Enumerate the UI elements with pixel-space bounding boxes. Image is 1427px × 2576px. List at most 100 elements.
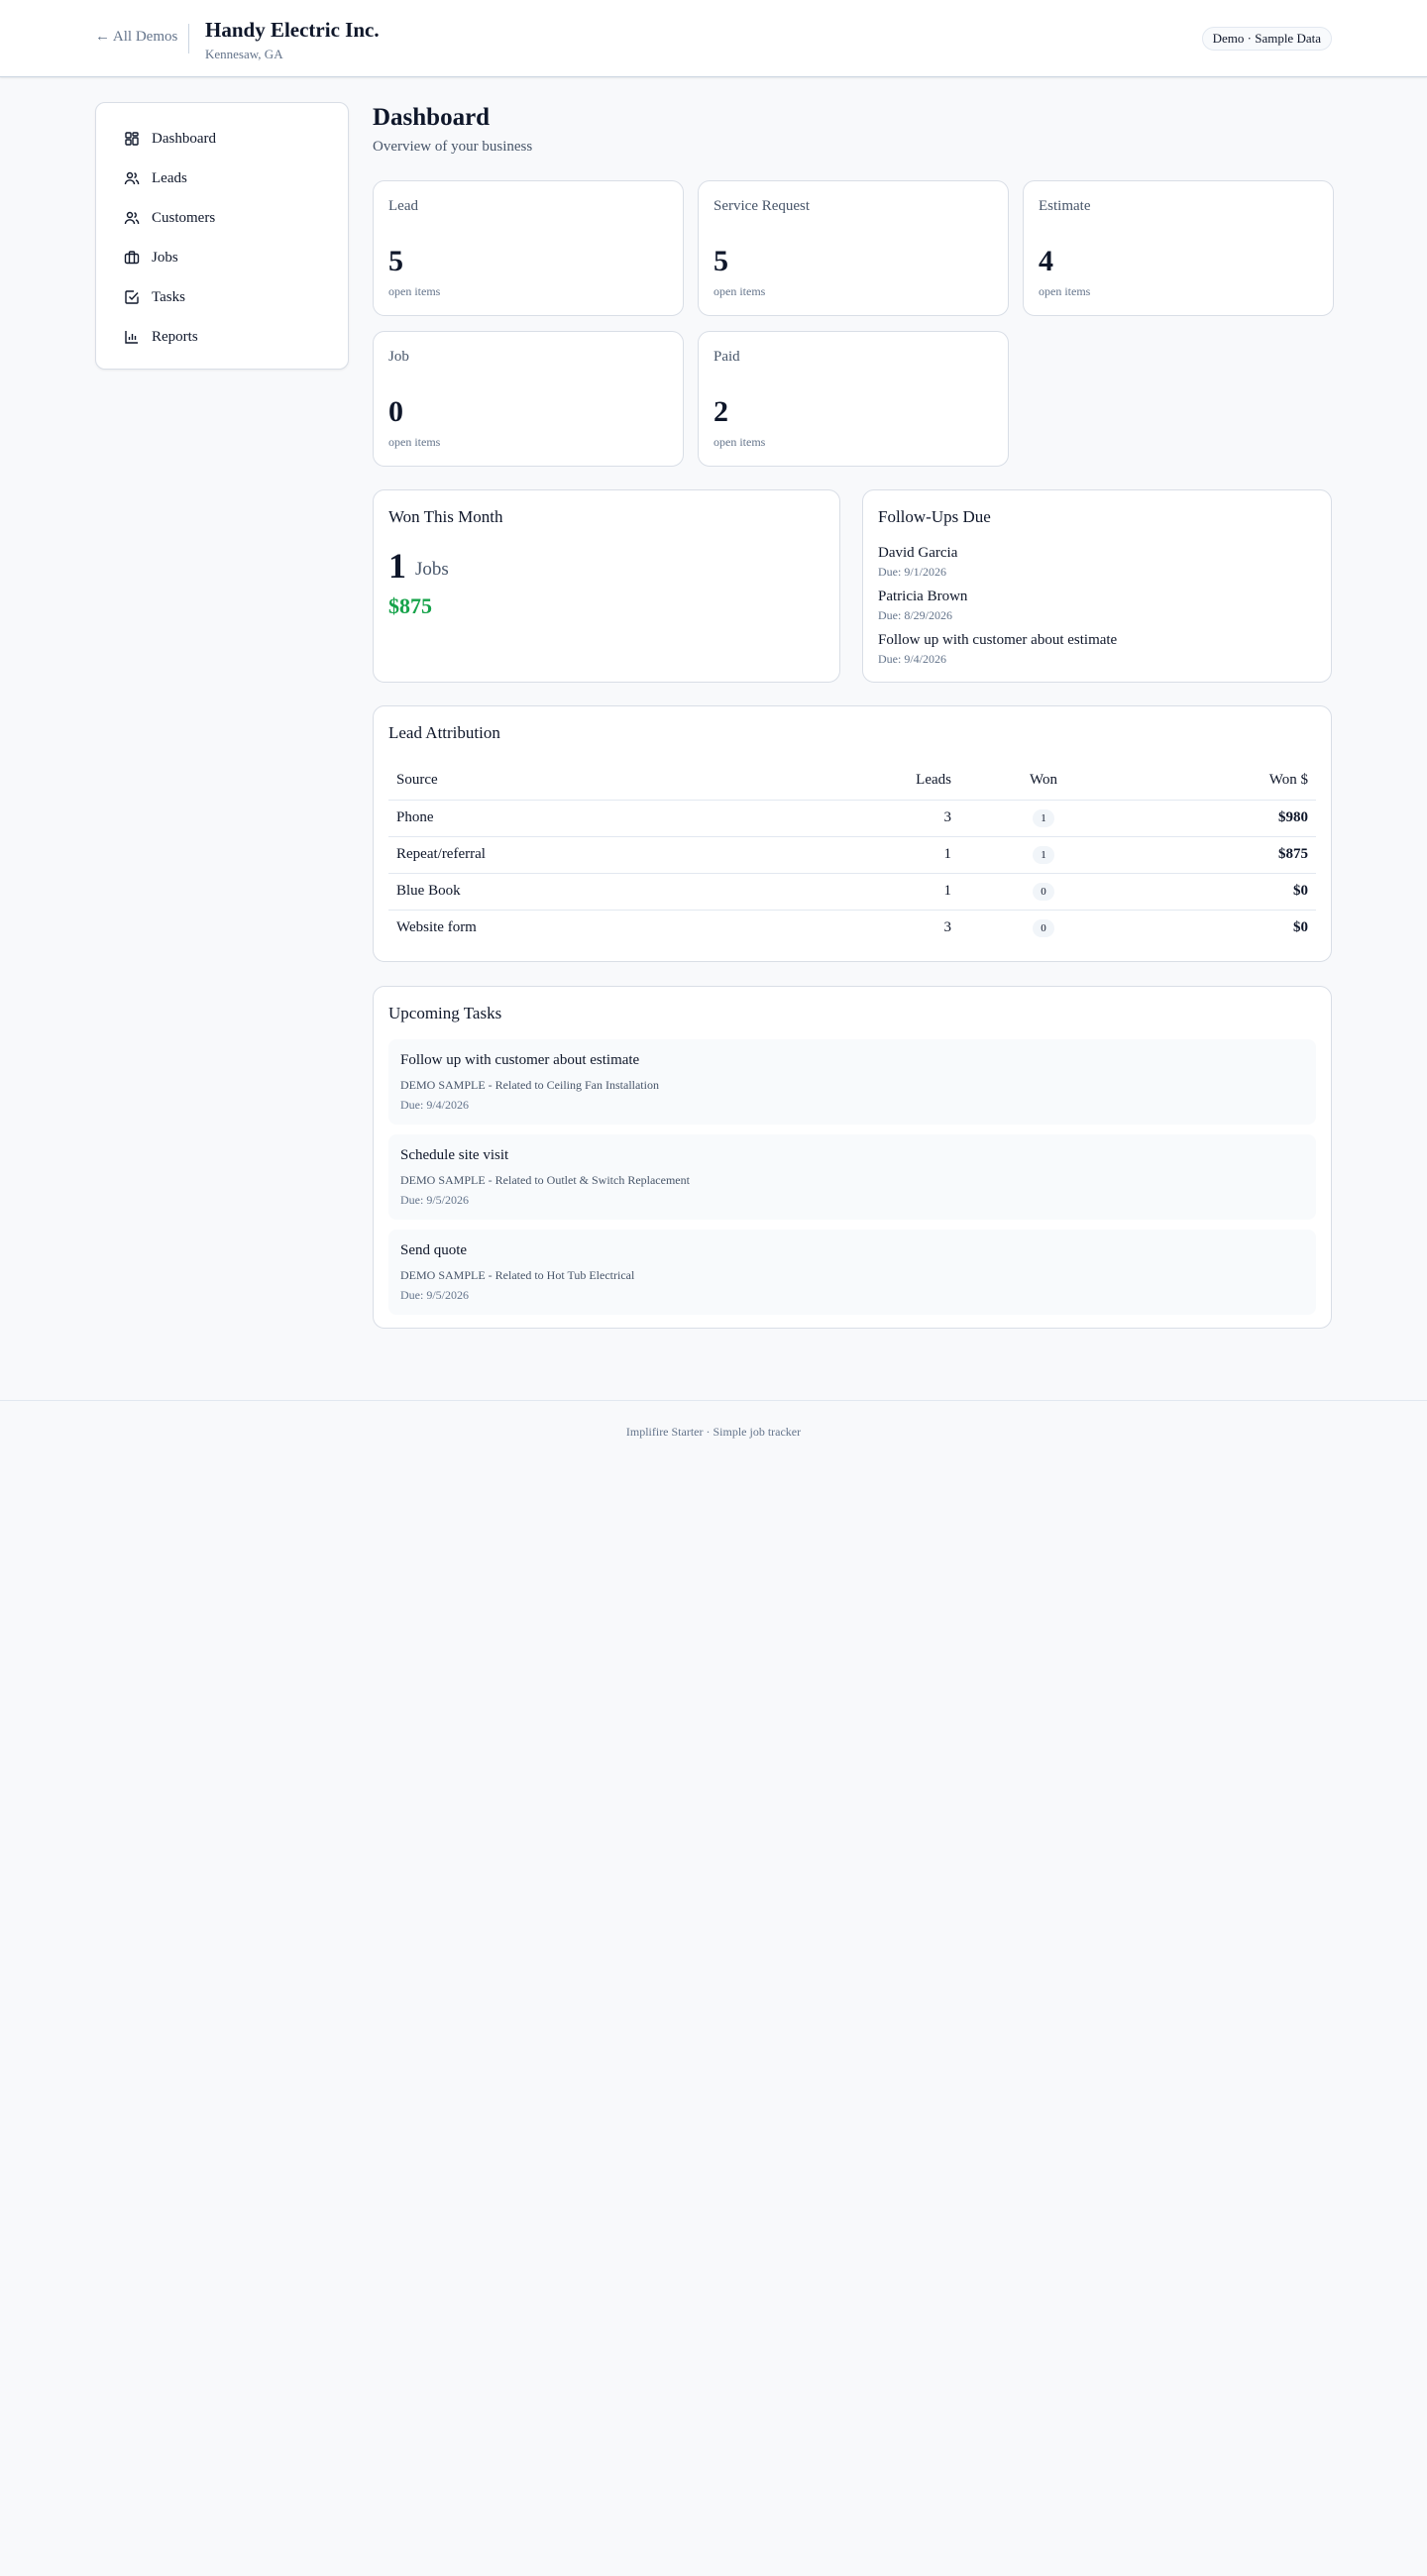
cell-leads: 3 [811,800,959,837]
task-due: Due: 9/5/2026 [400,1288,469,1302]
stat-label: Service Request [714,198,811,214]
table-row: Phone 3 1 $980 [388,800,1316,837]
column-header-won: Won [959,761,1128,801]
cell-leads: 3 [943,919,952,936]
cell-leads: 1 [811,836,959,874]
task-item[interactable]: Schedule site visit DEMO SAMPLE - Relate… [388,1134,1316,1220]
header-divider [188,24,189,54]
cell-source: Phone [388,800,811,837]
stat-card-paid[interactable]: Paid 2 open items [698,331,1009,467]
column-header-source: Source [388,761,811,801]
sidebar-item-label: Leads [152,169,187,186]
table-row: Blue Book 1 0 $0 [388,873,1316,911]
cell-won-usd: $980 [1128,800,1316,837]
briefcase-icon [124,250,140,266]
cell-won: 0 [959,910,1128,946]
follow-up-name: Follow up with customer about estimate [878,632,1118,648]
column-header-won-usd: Won $ [1128,761,1316,801]
table-header-row: Source Leads Won Won $ [388,761,1316,801]
follow-up-item[interactable]: David Garcia Due: 9/1/2026 [878,545,957,580]
cell-won-usd: $0 [1293,919,1308,936]
users-icon [124,210,140,226]
stat-caption: open items [714,435,766,449]
task-due: Due: 9/4/2026 [400,1098,469,1112]
won-amount: $875 [388,593,432,618]
cell-leads: 1 [811,873,959,911]
follow-up-due: Due: 8/29/2026 [878,608,952,622]
sidebar-item-dashboard[interactable]: Dashboard [96,119,348,159]
task-item[interactable]: Follow up with customer about estimate D… [388,1039,1316,1125]
stat-value: 0 [388,395,403,428]
stat-value: 2 [714,395,728,428]
cell-source: Blue Book [388,873,811,911]
table-row: Repeat/referral 1 1 $875 [388,836,1316,874]
task-title: Schedule site visit [400,1147,509,1163]
follow-up-item[interactable]: Follow up with customer about estimate D… [878,632,1117,667]
stat-card-service-request[interactable]: Service Request 5 open items [698,180,1009,316]
sidebar-item-label: Tasks [152,288,185,305]
stat-caption: open items [714,284,766,298]
task-related: DEMO SAMPLE - Related to Ceiling Fan Ins… [400,1078,659,1092]
won-jobs-unit: Jobs [415,559,449,580]
footer-text: Implifire Starter · Simple job tracker [625,1425,802,1439]
bar-chart-icon [124,329,140,345]
demo-badge: Demo · Sample Data [1201,27,1332,51]
follow-up-due: Due: 9/4/2026 [878,652,946,666]
task-related: DEMO SAMPLE - Related to Hot Tub Electri… [400,1268,635,1282]
sidebar-item-label: Reports [152,328,198,345]
task-related: DEMO SAMPLE - Related to Outlet & Switch… [400,1173,690,1187]
table-row: Website form 3 0 $0 [388,910,1316,946]
cell-won: 1 [959,800,1128,837]
lead-attribution-table: Source Leads Won Won $ Phone 3 1 $980 Re… [388,761,1316,946]
sidebar-item-reports[interactable]: Reports [96,317,348,357]
stat-value: 5 [388,245,403,277]
column-header-leads: Leads [811,761,959,801]
task-due: Due: 9/5/2026 [400,1193,469,1207]
sidebar-item-jobs[interactable]: Jobs [96,238,348,277]
follow-ups-title: Follow-Ups Due [878,507,991,526]
company-name: Handy Electric Inc. [205,18,380,42]
sidebar-item-label: Jobs [152,249,178,266]
follow-up-due: Due: 9/1/2026 [878,565,946,579]
won-jobs-count: 1 [388,546,406,586]
sidebar-nav: Dashboard Leads Customers Jobs Tasks Rep… [95,102,349,370]
sidebar-item-customers[interactable]: Customers [96,198,348,238]
stat-value: 5 [714,245,728,277]
page-title: Dashboard [373,104,491,131]
follow-up-name: Patricia Brown [878,589,968,604]
lead-attribution-card: Lead Attribution Source Leads Won Won $ … [373,705,1332,962]
upcoming-tasks-card: Upcoming Tasks Follow up with customer a… [373,986,1332,1329]
footer-divider [0,1400,1427,1401]
sidebar-item-tasks[interactable]: Tasks [96,277,348,317]
stat-card-lead[interactable]: Lead 5 open items [373,180,684,316]
cell-won: 1 [959,836,1128,874]
stat-caption: open items [388,284,441,298]
cell-won-usd: $0 [1128,873,1316,911]
won-this-month-card: Won This Month 1 Jobs $875 [373,489,840,683]
stat-card-job[interactable]: Job 0 open items [373,331,684,467]
won-this-month-title: Won This Month [388,507,503,526]
stat-card-estimate[interactable]: Estimate 4 open items [1023,180,1334,316]
won-count-badge: 1 [1033,808,1054,827]
sidebar-item-label: Dashboard [152,130,216,147]
cell-source: Repeat/referral [388,836,811,874]
page-subtitle: Overview of your business [373,139,533,155]
cell-source: Website form [396,919,477,936]
all-demos-link[interactable]: ← All Demos [95,29,177,46]
task-item[interactable]: Send quote DEMO SAMPLE - Related to Hot … [388,1230,1316,1315]
company-location: Kennesaw, GA [205,47,283,61]
won-count-badge: 1 [1033,845,1054,864]
stat-caption: open items [388,435,441,449]
sidebar-item-leads[interactable]: Leads [96,159,348,198]
follow-ups-card: Follow-Ups Due David Garcia Due: 9/1/202… [862,489,1332,683]
follow-up-item[interactable]: Patricia Brown Due: 8/29/2026 [878,589,967,623]
sidebar-item-label: Customers [152,209,216,226]
stat-label: Lead [388,198,418,214]
cell-won: 0 [959,873,1128,911]
checkbox-icon [124,289,140,305]
dashboard-icon [124,131,140,147]
won-count-badge: 0 [1033,882,1054,901]
stat-label: Job [388,349,409,365]
stat-value: 4 [1039,245,1053,277]
stat-caption: open items [1039,284,1091,298]
